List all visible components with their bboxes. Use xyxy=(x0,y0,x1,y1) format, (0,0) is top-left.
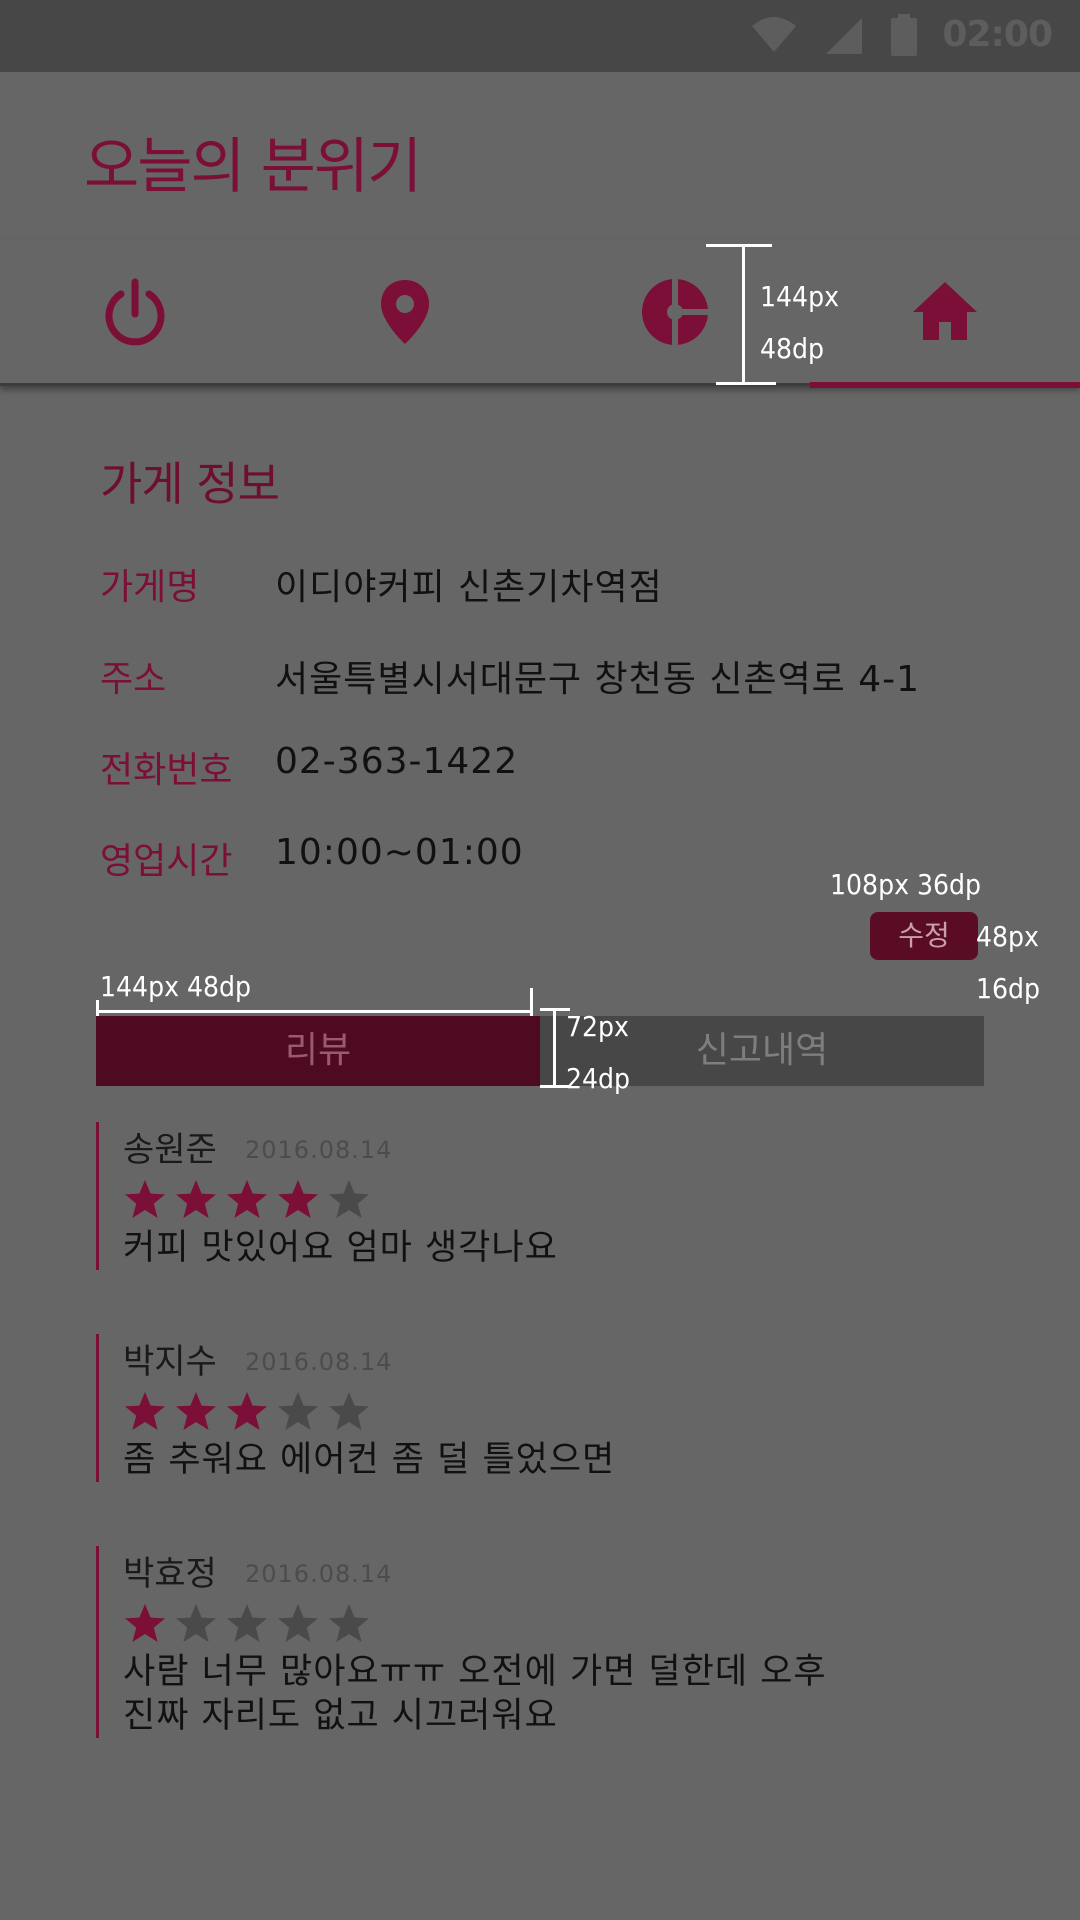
power-icon xyxy=(105,278,165,346)
star-filled-icon xyxy=(227,1392,267,1430)
info-value: 서울특별시서대문구 창천동 신촌역로 4-1 xyxy=(275,659,921,700)
annotation-tab-cap-bottom xyxy=(716,382,776,385)
review-rating xyxy=(123,1176,976,1226)
tab-location[interactable] xyxy=(270,240,540,386)
star-filled-icon xyxy=(176,1392,216,1430)
review-author: 송원준 xyxy=(123,1130,217,1170)
review-author: 박지수 xyxy=(123,1342,217,1382)
signal-icon xyxy=(826,18,862,54)
star-filled-icon xyxy=(227,1180,267,1218)
review-text: 커피 맛있어요 엄마 생각나요 xyxy=(123,1228,558,1268)
annotation-button-height-px: 48px xyxy=(976,920,1039,953)
tab-power[interactable] xyxy=(0,240,270,386)
pie-chart-icon xyxy=(642,278,709,346)
annotation-segment-line xyxy=(96,1010,532,1013)
star-empty-icon xyxy=(329,1604,369,1642)
info-value: 10:00~01:00 xyxy=(275,832,524,873)
app-title: 오늘의 분위기 xyxy=(84,132,422,202)
review-text-line: 사람 너무 많아요ㅠㅠ 오전에 가면 덜한데 오후 xyxy=(123,1652,827,1692)
annotation-tab-height-px: 144px xyxy=(760,280,839,313)
star-empty-icon xyxy=(176,1604,216,1642)
review-date: 2016.08.14 xyxy=(245,1560,393,1588)
annotation-seg-height-line xyxy=(553,1010,556,1086)
review-rating xyxy=(123,1600,976,1650)
section-title-store-info: 가게 정보 xyxy=(100,457,280,511)
review-text: 좀 추워요 에어컨 좀 덜 틀었으면 xyxy=(123,1440,616,1480)
review-author: 박효정 xyxy=(123,1554,217,1594)
edit-button[interactable]: 수정 xyxy=(870,912,978,960)
star-filled-icon xyxy=(125,1392,165,1430)
star-filled-icon xyxy=(278,1180,318,1218)
segment-review[interactable]: 리뷰 xyxy=(96,1016,540,1086)
info-value: 02-363-1422 xyxy=(275,741,519,782)
star-filled-icon xyxy=(125,1180,165,1218)
status-bar: 02:00 xyxy=(0,0,1080,72)
tab-bar xyxy=(0,240,1080,388)
star-empty-icon xyxy=(278,1604,318,1642)
star-empty-icon xyxy=(278,1392,318,1430)
info-value: 이디야커피 신촌기차역점 xyxy=(275,567,663,608)
annotation-tab-line xyxy=(742,245,745,383)
status-time: 02:00 xyxy=(942,14,1053,55)
review-date: 2016.08.14 xyxy=(245,1348,393,1376)
annotation-segment-width: 144px 48dp xyxy=(100,970,252,1003)
star-filled-icon xyxy=(125,1604,165,1642)
review-item: 송원준 2016.08.14 커피 맛있어요 엄마 생각나요 xyxy=(96,1122,976,1270)
annotation-tab-cap-top xyxy=(706,244,772,247)
review-rating xyxy=(123,1388,976,1438)
tab-selected-indicator xyxy=(810,382,1080,388)
annotation-button-height-dp: 16dp xyxy=(976,972,1041,1005)
annotation-seg-height-dp: 24dp xyxy=(566,1062,631,1095)
star-empty-icon xyxy=(329,1180,369,1218)
review-date: 2016.08.14 xyxy=(245,1136,393,1164)
annotation-seg-height-px: 72px xyxy=(566,1010,629,1043)
star-empty-icon xyxy=(329,1392,369,1430)
star-empty-icon xyxy=(227,1604,267,1642)
home-icon xyxy=(913,282,977,340)
review-text-line: 진짜 자리도 없고 시끄러워요 xyxy=(123,1696,558,1736)
info-label: 주소 xyxy=(100,659,167,700)
wifi-icon xyxy=(752,17,796,52)
info-label: 영업시간 xyxy=(100,841,233,882)
tab-home[interactable] xyxy=(810,240,1080,386)
location-pin-icon xyxy=(381,280,429,344)
star-filled-icon xyxy=(176,1180,216,1218)
annotation-tab-height-dp: 48dp xyxy=(760,332,825,365)
info-label: 가게명 xyxy=(100,567,200,608)
review-item: 박지수 2016.08.14 좀 추워요 에어컨 좀 덜 틀었으면 xyxy=(96,1334,976,1482)
review-item: 박효정 2016.08.14 사람 너무 많아요ㅠㅠ 오전에 가면 덜한데 오후… xyxy=(96,1546,976,1738)
info-label: 전화번호 xyxy=(100,750,233,791)
annotation-button-width: 108px 36dp xyxy=(830,868,982,901)
battery-icon xyxy=(891,14,917,56)
